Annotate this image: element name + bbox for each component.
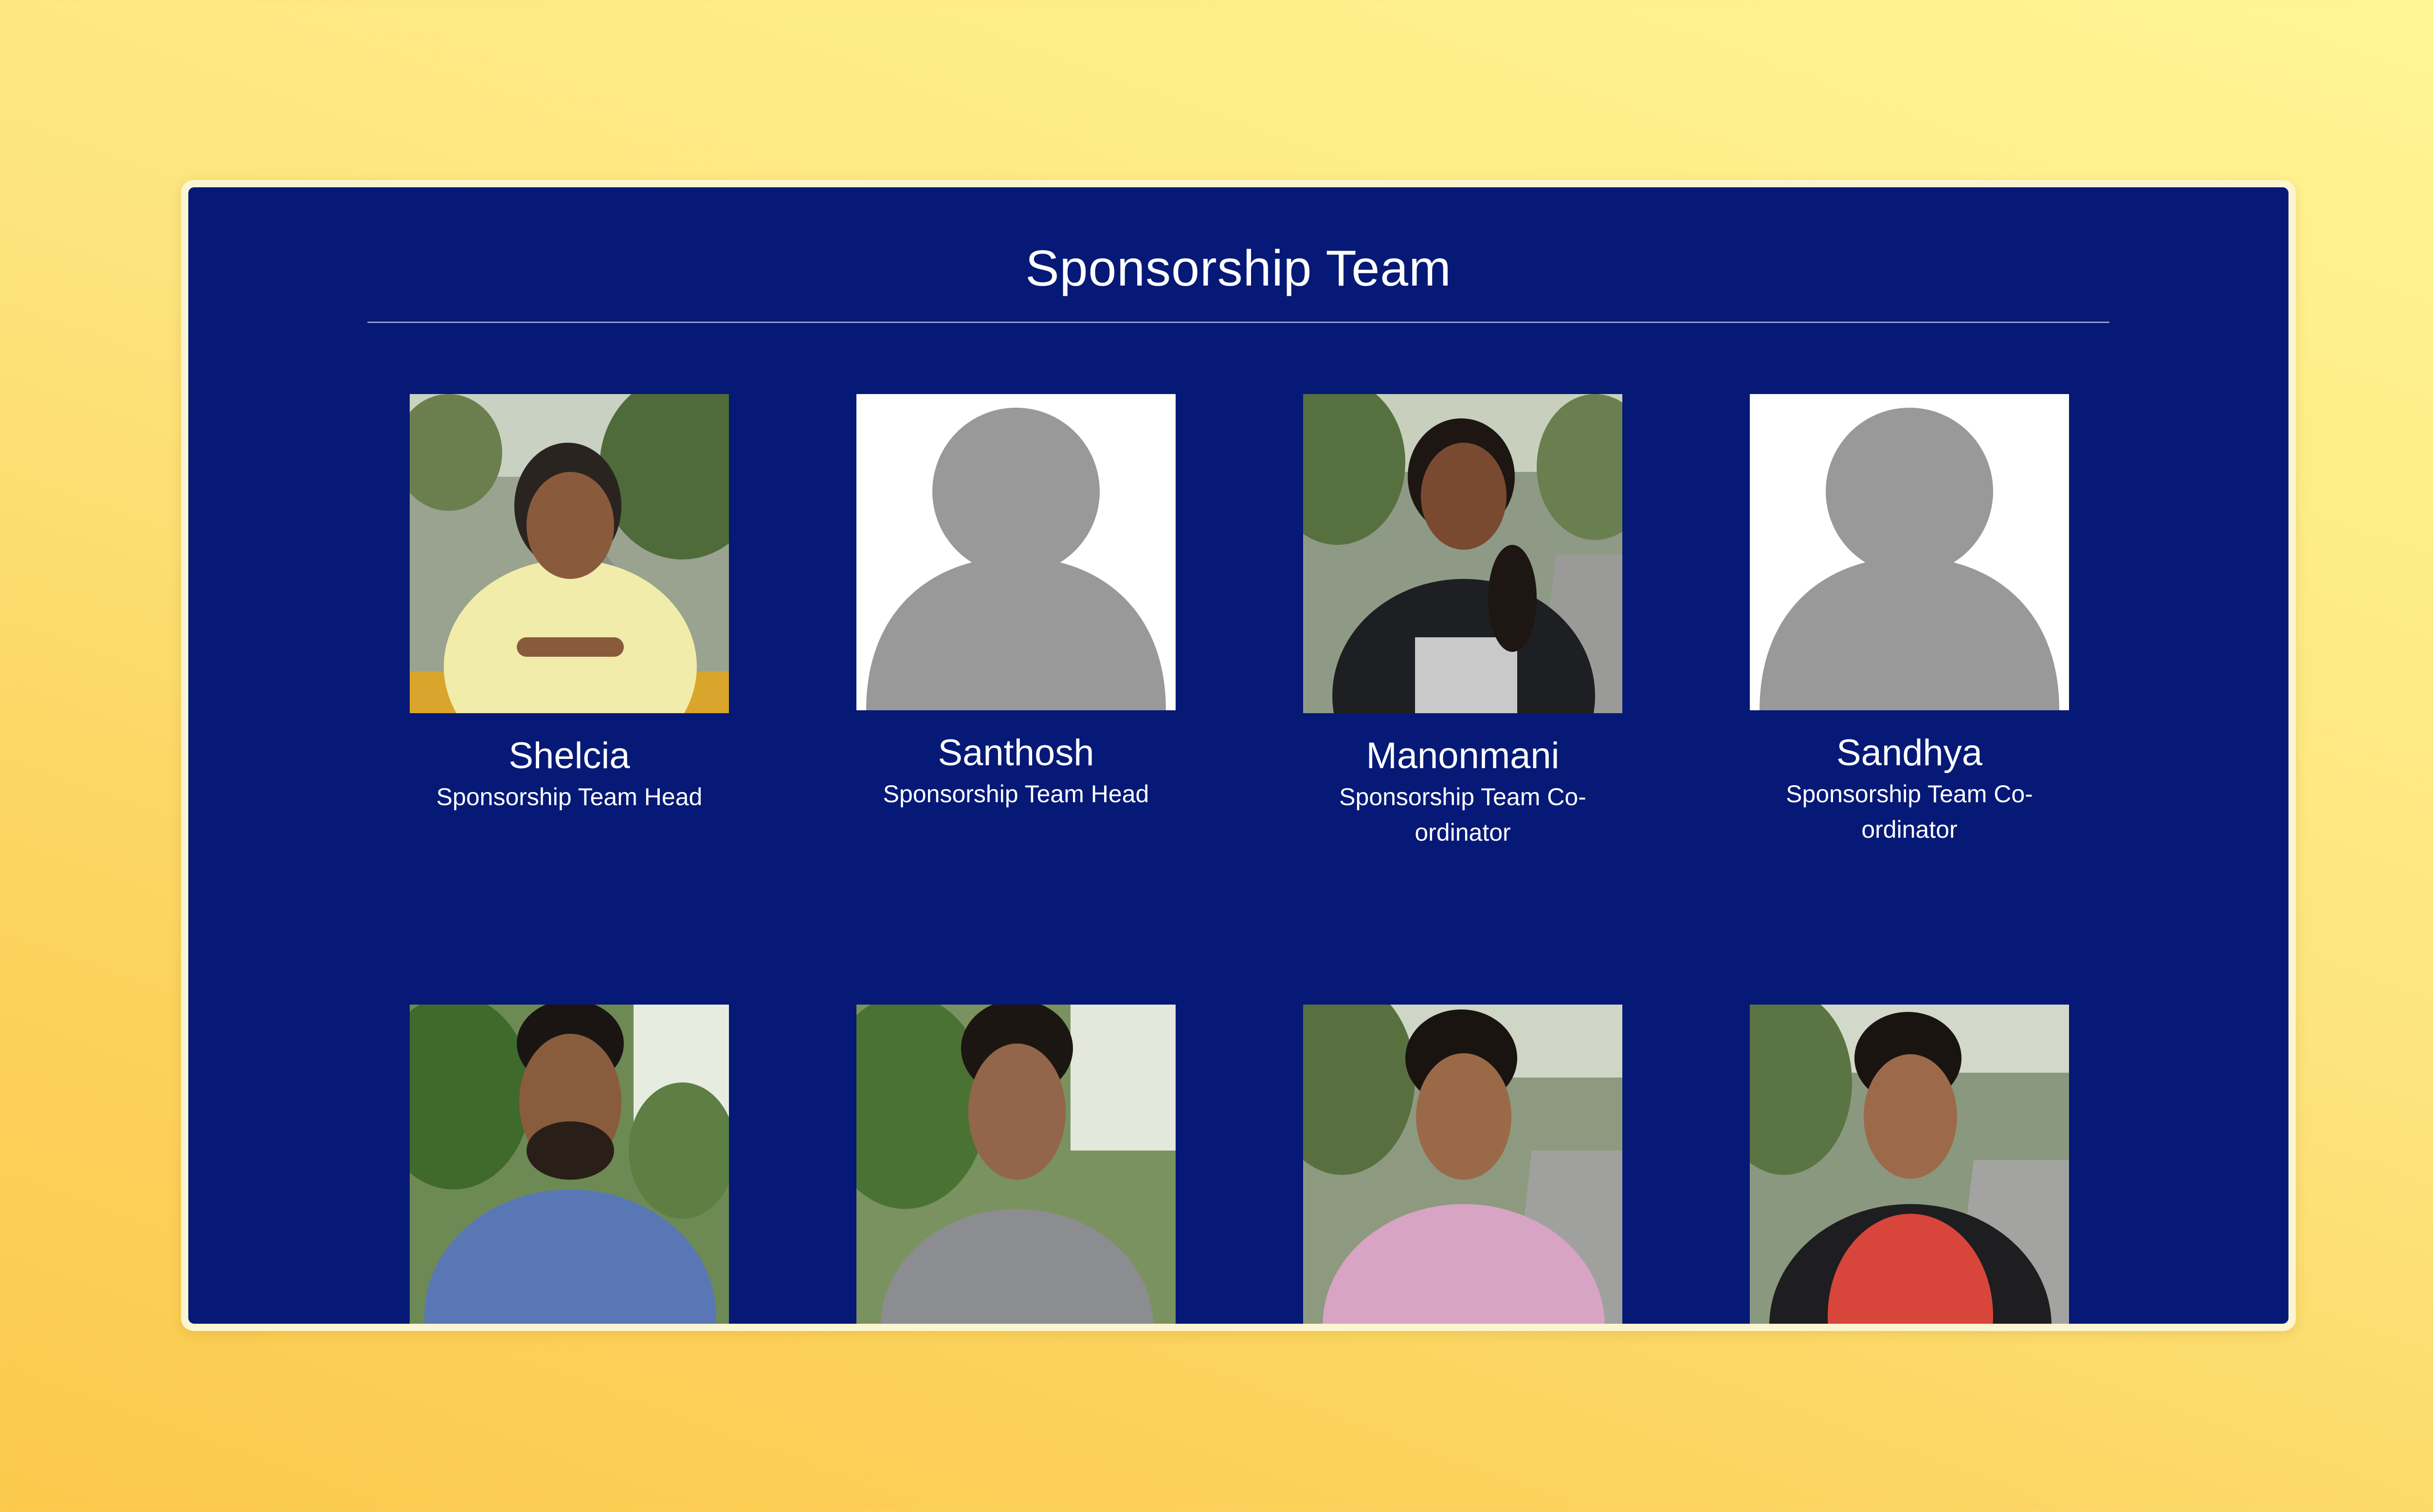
member-card: Shelcia Sponsorship Team Head	[409, 394, 730, 815]
member-name: Manonmani	[1366, 735, 1560, 776]
title-divider	[367, 322, 2109, 323]
section-title: Sponsorship Team	[1025, 240, 1452, 297]
member-card: Manonmani Sponsorship Team Co-ordinator	[1302, 394, 1623, 850]
member-card	[1302, 1005, 1623, 1324]
placeholder-avatar-icon	[1750, 394, 2069, 710]
member-photo-image	[856, 1005, 1176, 1324]
member-photo-image	[1750, 1005, 2069, 1324]
member-card	[1749, 1005, 2070, 1324]
member-card: Sandhya Sponsorship Team Co-ordinator	[1749, 394, 2070, 847]
team-panel: Sponsorship Team Shelcia Sponsorship Tea…	[188, 187, 2288, 1324]
member-photo	[1750, 1005, 2069, 1324]
member-role: Sponsorship Team Head	[436, 783, 703, 810]
member-name: Sandhya	[1836, 732, 1983, 774]
page-window: Sponsorship Team Shelcia Sponsorship Tea…	[181, 180, 2296, 1331]
member-photo-image	[1303, 394, 1622, 713]
placeholder-avatar-icon	[856, 394, 1176, 710]
member-card: Santhosh Sponsorship Team Head	[855, 394, 1177, 812]
member-photo	[1303, 394, 1622, 713]
member-role: Sponsorship Team Co-ordinator	[1339, 783, 1586, 846]
member-photo	[410, 1005, 729, 1324]
member-name: Shelcia	[508, 735, 630, 776]
member-photo	[410, 394, 729, 713]
member-photo-image	[410, 394, 729, 713]
member-photo	[856, 1005, 1176, 1324]
member-card	[409, 1005, 730, 1324]
member-photo	[1303, 1005, 1622, 1324]
member-card	[855, 1005, 1177, 1324]
member-photo	[856, 394, 1176, 710]
member-role: Sponsorship Team Co-ordinator	[1786, 780, 2033, 843]
member-role: Sponsorship Team Head	[883, 780, 1149, 808]
member-name: Santhosh	[938, 732, 1094, 774]
member-photo	[1750, 394, 2069, 710]
member-photo-image	[410, 1005, 729, 1324]
member-photo-image	[1303, 1005, 1622, 1324]
